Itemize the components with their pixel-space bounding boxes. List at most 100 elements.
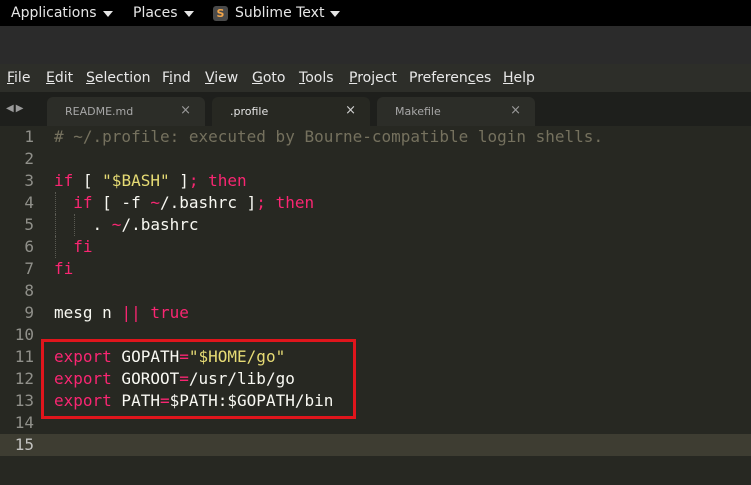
code-token: export xyxy=(54,369,112,388)
tab-profile[interactable]: .profile × xyxy=(212,97,370,126)
line-number: 15 xyxy=(14,435,34,454)
tab-bar: ◀▶ README.md × .profile × Makefile × xyxy=(0,92,751,126)
code-token: [ -f xyxy=(92,193,151,212)
top-panel: Applications Places S Sublime Text xyxy=(0,0,751,26)
chevron-down-icon xyxy=(183,11,194,17)
code-line: 13 export PATH=$PATH:$GOPATH/bin xyxy=(0,390,751,412)
code-text: mesg n || true xyxy=(54,302,189,324)
code-text: export PATH=$PATH:$GOPATH/bin xyxy=(54,390,333,412)
tab-readme-md[interactable]: README.md × xyxy=(47,97,205,126)
close-icon[interactable]: × xyxy=(345,103,356,118)
code-token: if xyxy=(73,193,93,212)
code-line: 7 fi xyxy=(0,258,751,280)
menu-find[interactable]: Find xyxy=(162,64,191,92)
code-line: 9 mesg n || true xyxy=(0,302,751,324)
tab-label: Makefile xyxy=(395,105,441,118)
code-line: 4 if [ -f ~/.bashrc ]; then xyxy=(0,192,751,214)
close-icon[interactable]: × xyxy=(510,103,521,118)
code-token: # ~/.profile: executed by Bourne-compati… xyxy=(54,127,604,146)
menu-preferences[interactable]: Preferences xyxy=(409,64,491,92)
code-line: 1 # ~/.profile: executed by Bourne-compat… xyxy=(0,126,751,148)
code-line: 8 xyxy=(0,280,751,302)
code-token: export xyxy=(54,391,112,410)
code-token: fi xyxy=(73,237,93,256)
applications-menu[interactable]: Applications xyxy=(11,0,113,26)
places-menu[interactable]: Places xyxy=(133,0,194,26)
line-number: 11 xyxy=(14,347,34,366)
line-number: 3 xyxy=(24,171,34,190)
menu-bar: File Edit Selection Find View Goto Tools Projec… xyxy=(0,64,751,92)
indent-guide xyxy=(55,192,56,214)
menu-file[interactable]: File xyxy=(7,64,30,92)
code-text: . ~/.bashrc xyxy=(54,214,199,236)
code-token: mesg n xyxy=(54,303,122,322)
code-token: . xyxy=(54,215,112,234)
code-line: 3 if [ "$BASH" ]; then xyxy=(0,170,751,192)
code-token: [ xyxy=(73,171,103,190)
line-number: 7 xyxy=(24,259,34,278)
line-number: 1 xyxy=(24,127,34,146)
tab-makefile[interactable]: Makefile × xyxy=(377,97,535,126)
menu-help[interactable]: Help xyxy=(503,64,535,92)
applications-label: Applications xyxy=(11,5,97,21)
code-editor[interactable]: 1 # ~/.profile: executed by Bourne-compat… xyxy=(0,126,751,485)
line-number: 4 xyxy=(24,193,34,212)
tab-label: README.md xyxy=(65,105,134,118)
code-line: 2 xyxy=(0,148,751,170)
code-token: then xyxy=(275,193,315,212)
code-token: ~ xyxy=(111,215,122,234)
code-token: ~ xyxy=(150,193,160,212)
active-app-label: Sublime Text xyxy=(235,5,325,21)
close-icon[interactable]: × xyxy=(180,103,191,118)
line-number: 5 xyxy=(24,215,34,234)
code-line: 12 export GOROOT=/usr/lib/go xyxy=(0,368,751,390)
line-number: 13 xyxy=(14,391,34,410)
code-line: 5 . ~/.bashrc xyxy=(0,214,751,236)
code-line: 6 fi xyxy=(0,236,751,258)
code-token: /.bashrc ] xyxy=(159,193,257,212)
code-token: ] xyxy=(169,171,189,190)
tab-navigation-arrows-icon[interactable]: ◀▶ xyxy=(6,92,25,126)
chevron-down-icon xyxy=(330,11,341,17)
sublime-text-icon: S xyxy=(213,5,228,21)
code-line: 11 export GOPATH="$HOME/go" xyxy=(0,346,751,368)
code-token: if xyxy=(54,171,74,190)
menu-tools[interactable]: Tools xyxy=(299,64,334,92)
indent-guide xyxy=(74,214,76,236)
menu-project[interactable]: Project xyxy=(349,64,397,92)
code-token: "$BASH" xyxy=(102,171,170,190)
code-text: fi xyxy=(54,236,93,258)
code-line: 10 xyxy=(0,324,751,346)
indent-guide xyxy=(55,214,56,236)
window-titlebar[interactable] xyxy=(0,26,751,64)
active-app-menu[interactable]: S Sublime Text xyxy=(213,0,341,26)
code-token: export xyxy=(54,347,112,366)
code-token: || xyxy=(121,303,141,322)
line-number: 6 xyxy=(24,237,34,256)
places-label: Places xyxy=(133,5,178,21)
menu-edit[interactable]: Edit xyxy=(46,64,73,92)
line-number: 10 xyxy=(14,325,34,344)
menu-goto[interactable]: Goto xyxy=(252,64,285,92)
line-number: 14 xyxy=(14,413,34,432)
tab-label: .profile xyxy=(230,105,269,118)
code-token: GOPATH xyxy=(111,347,180,366)
line-number: 12 xyxy=(14,369,34,388)
code-token: = xyxy=(179,347,189,366)
menu-view[interactable]: View xyxy=(205,64,238,92)
code-text: if [ "$BASH" ]; then xyxy=(54,170,247,192)
code-text: export GOROOT=/usr/lib/go xyxy=(54,368,295,390)
menu-selection[interactable]: Selection xyxy=(86,64,151,92)
code-token: PATH xyxy=(111,391,160,410)
chevron-down-icon xyxy=(102,11,113,17)
code-token: /usr/lib/go xyxy=(188,369,295,388)
code-token: /.bashrc xyxy=(121,215,199,234)
code-line: 15 xyxy=(0,434,751,456)
code-text: export GOPATH="$HOME/go" xyxy=(54,346,285,368)
line-number: 9 xyxy=(24,303,34,322)
